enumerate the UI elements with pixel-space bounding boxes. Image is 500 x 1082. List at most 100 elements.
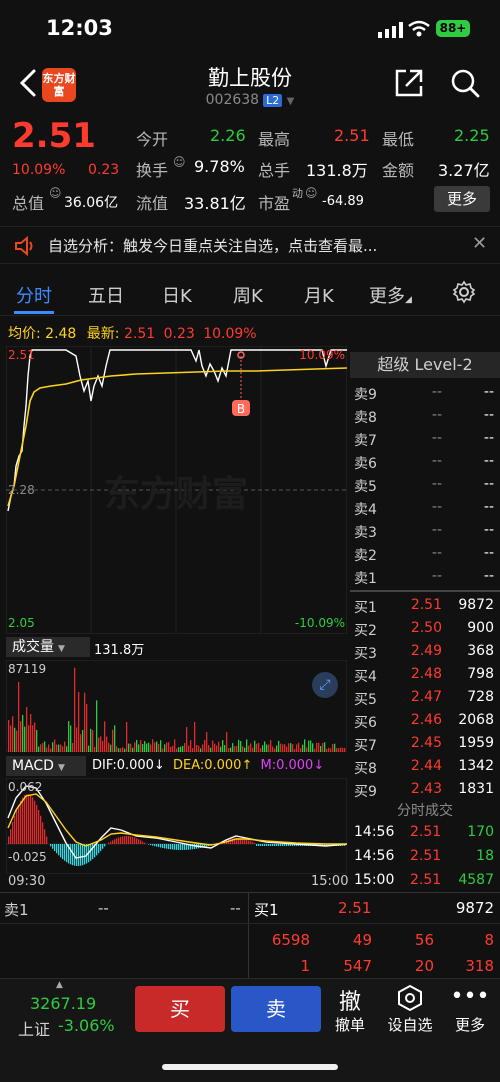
info-icon[interactable]: ☺ xyxy=(173,155,186,169)
alert-bar[interactable]: 自选分析：触发今日重点关注自选，点击查看最... ✕ xyxy=(0,226,500,264)
volume-bar xyxy=(202,744,204,752)
macd-bar xyxy=(16,809,18,844)
bid-row[interactable]: 买1 2.51 9872 xyxy=(352,594,498,617)
macd-chart[interactable]: 0.062 -0.025 xyxy=(5,777,348,875)
macd-bar xyxy=(66,844,68,863)
change-value: 0.23 xyxy=(88,162,120,178)
bid-row[interactable]: 买8 2.44 1342 xyxy=(352,755,498,778)
info-icon[interactable]: ☺ xyxy=(305,186,318,200)
volume-bar xyxy=(226,732,228,752)
bid-row[interactable]: 买9 2.43 1831 xyxy=(352,778,498,801)
book-volume: 2068 xyxy=(458,712,494,728)
book-volume: -- xyxy=(483,499,494,515)
ask-row[interactable]: 卖4 -- -- xyxy=(352,496,498,519)
volume-bar xyxy=(136,739,138,752)
trades-title[interactable]: 分时成交 xyxy=(350,800,500,822)
share-icon[interactable] xyxy=(392,66,426,100)
tab-daily-k[interactable]: 日K xyxy=(162,282,192,308)
ask-row[interactable]: 卖5 -- -- xyxy=(352,473,498,496)
volume-bar xyxy=(200,748,202,752)
index-value[interactable]: 3267.19 xyxy=(30,994,96,1013)
macd-bar xyxy=(30,795,32,844)
close-icon[interactable]: ✕ xyxy=(472,233,487,254)
tab-intraday[interactable]: 分时 xyxy=(16,282,52,308)
tab-five-day[interactable]: 五日 xyxy=(88,282,124,308)
volume-bar xyxy=(234,746,236,752)
volume-bar xyxy=(310,740,312,752)
ask-row[interactable]: 卖7 -- -- xyxy=(352,427,498,450)
add-watchlist-button[interactable]: 设自选 xyxy=(380,984,440,1035)
expand-icon[interactable]: ⤢ xyxy=(312,672,338,698)
volume-bar xyxy=(66,746,68,752)
level2-title[interactable]: 超级 Level-2 xyxy=(350,352,500,378)
macd-bar xyxy=(46,836,48,844)
ask-row[interactable]: 卖8 -- -- xyxy=(352,404,498,427)
volume-bar xyxy=(130,743,132,752)
sell-button[interactable]: 卖 xyxy=(231,986,321,1032)
macd-bar xyxy=(280,844,282,846)
buy-marker-label: B xyxy=(237,402,245,416)
cancel-order-label: 撤单 xyxy=(334,1016,365,1034)
volume-bar xyxy=(178,747,180,752)
tab-weekly-k[interactable]: 周K xyxy=(233,282,263,308)
volume-bar xyxy=(90,728,92,752)
volume-bar xyxy=(150,744,152,752)
info-icon[interactable]: ☺ xyxy=(49,186,62,200)
macd-bar xyxy=(82,844,84,866)
book-level-label: 买1 xyxy=(354,600,377,616)
bid-row[interactable]: 买2 2.50 900 xyxy=(352,617,498,640)
volume-bar xyxy=(276,745,278,752)
volume-bar xyxy=(302,744,304,752)
volume-indicator-select[interactable]: 成交量 ▼ xyxy=(6,637,90,657)
macd-indicator-select[interactable]: MACD ▼ xyxy=(6,756,86,776)
more-menu-button[interactable]: ••• 更多 xyxy=(440,984,500,1035)
cancel-order-button[interactable]: 撤 撤单 xyxy=(320,984,380,1035)
latest-change: 0.23 xyxy=(163,326,195,342)
volume-bar xyxy=(342,747,344,752)
ask-row[interactable]: 卖6 -- -- xyxy=(352,450,498,473)
ask-row[interactable]: 卖2 -- -- xyxy=(352,542,498,565)
bid-row[interactable]: 买6 2.46 2068 xyxy=(352,709,498,732)
book-level-label: 买2 xyxy=(354,623,377,639)
book-volume: -- xyxy=(483,430,494,446)
volume-bar xyxy=(286,746,288,752)
tab-monthly-k[interactable]: 月K xyxy=(304,282,334,308)
volume-bar xyxy=(114,725,116,752)
bid-row[interactable]: 买7 2.45 1959 xyxy=(352,732,498,755)
macd-dea: DEA:0.000 xyxy=(172,758,242,773)
tab-more[interactable]: 更多◢ xyxy=(369,282,412,308)
volume-bar xyxy=(254,740,256,752)
bid-row[interactable]: 买3 2.49 368 xyxy=(352,640,498,663)
ask-row[interactable]: 卖1 -- -- xyxy=(352,565,498,588)
ask-row[interactable]: 卖9 -- -- xyxy=(352,381,498,404)
volume-bar xyxy=(208,745,210,752)
macd-bar xyxy=(286,844,288,846)
volume-chart[interactable]: 87119 ⤢ xyxy=(5,659,348,753)
macd-bar xyxy=(84,844,86,865)
book-price: -- xyxy=(431,476,442,492)
axis-top-price: 2.51 xyxy=(8,348,35,362)
search-icon[interactable] xyxy=(448,66,482,100)
volume-bar xyxy=(186,727,188,752)
macd-bar xyxy=(136,838,138,844)
bid-row[interactable]: 买4 2.48 798 xyxy=(352,663,498,686)
volume-bar xyxy=(222,740,224,752)
chevron-up-icon[interactable]: ▲ xyxy=(56,980,63,990)
time-end: 15:00 xyxy=(311,874,349,889)
bid-row[interactable]: 买5 2.47 728 xyxy=(352,686,498,709)
volume-bar xyxy=(52,742,54,752)
more-button[interactable]: 更多 xyxy=(434,186,490,212)
macd-bar xyxy=(108,842,110,844)
buy-button[interactable]: 买 xyxy=(135,986,225,1032)
volume-bar xyxy=(274,748,276,752)
macd-bar xyxy=(28,794,30,844)
volume-bar xyxy=(98,737,100,752)
macd-bar xyxy=(142,841,144,844)
macd-m: M:0.000 xyxy=(260,758,314,773)
volume-bar xyxy=(166,742,168,752)
ask-row[interactable]: 卖3 -- -- xyxy=(352,519,498,542)
settings-gear-icon[interactable] xyxy=(452,280,476,304)
volume-bar xyxy=(264,741,266,752)
intraday-chart[interactable]: 东方财富 B 2.51 2.28 2.05 10.09% -10.09% xyxy=(6,346,347,634)
level2-detail-table[interactable]: 卖1 -- -- 买1 2.51 9872 6598 49 56 8 1 547… xyxy=(0,892,500,979)
